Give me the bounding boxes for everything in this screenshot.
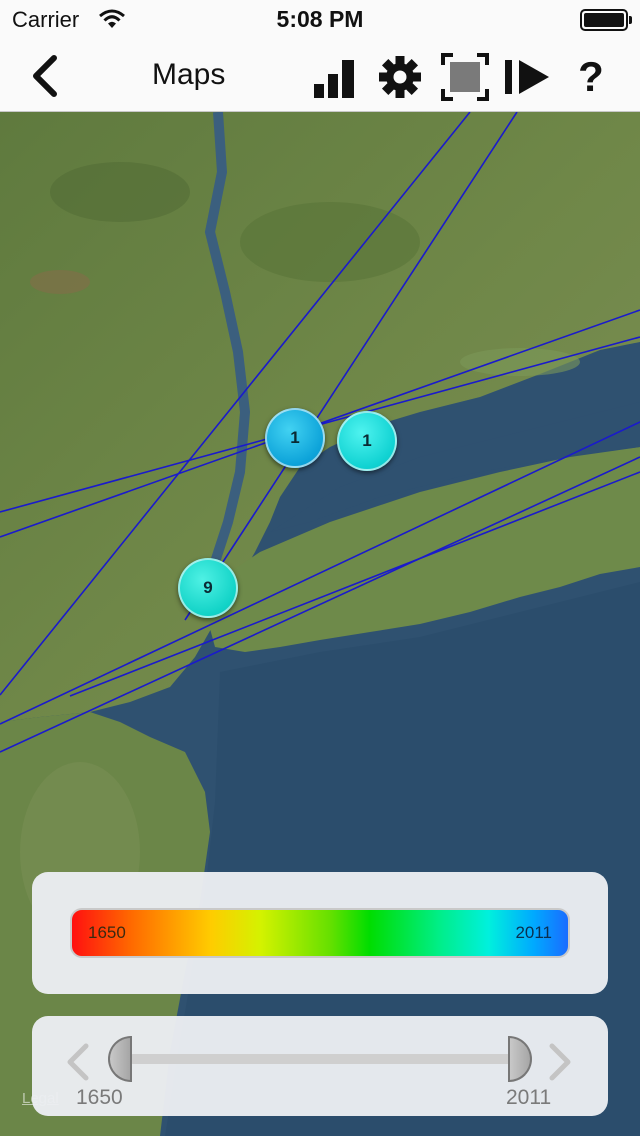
fullscreen-icon[interactable] <box>440 52 490 102</box>
map-cluster-marker[interactable]: 1 <box>265 408 325 468</box>
navigation-bar: Maps ? <box>0 40 640 112</box>
bar-chart-icon[interactable] <box>310 52 360 102</box>
slider-track[interactable] <box>128 1054 518 1064</box>
help-icon[interactable]: ? <box>566 52 616 102</box>
range-start-label: 1650 <box>76 1086 123 1109</box>
range-end-handle[interactable] <box>508 1036 532 1082</box>
map-cluster-marker[interactable]: 1 <box>337 411 397 471</box>
page-title: Maps <box>152 58 226 91</box>
color-scale-bar: 1650 2011 <box>70 908 570 958</box>
battery-icon <box>580 9 632 31</box>
scale-min-label: 1650 <box>88 923 126 942</box>
range-start-handle[interactable] <box>108 1036 132 1082</box>
play-step-icon[interactable] <box>502 52 552 102</box>
clock-label: 5:08 PM <box>276 6 364 32</box>
gear-icon[interactable] <box>375 52 425 102</box>
color-scale-panel: 1650 2011 <box>32 872 608 994</box>
back-chevron-icon[interactable] <box>22 52 70 100</box>
year-range-slider: 1650 2011 <box>32 1016 608 1116</box>
range-end-label: 2011 <box>506 1086 552 1109</box>
status-bar: Carrier 5:08 PM <box>0 0 640 40</box>
map-cluster-marker[interactable]: 9 <box>178 558 238 618</box>
chevron-right-icon[interactable] <box>546 1042 576 1082</box>
chevron-left-icon[interactable] <box>62 1042 92 1082</box>
scale-max-label: 2011 <box>515 923 552 942</box>
